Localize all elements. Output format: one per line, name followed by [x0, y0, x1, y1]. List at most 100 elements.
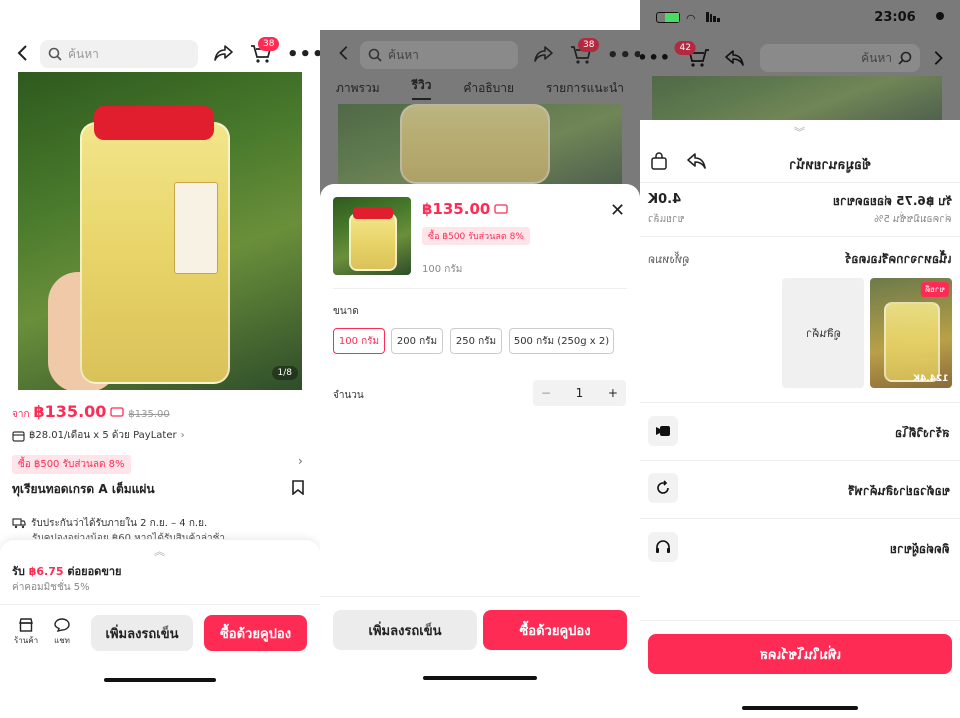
divider: [640, 402, 960, 403]
add-to-showcase-button[interactable]: เพิ่มในโชว์เคส: [648, 634, 952, 674]
search-placeholder: ค้นหา: [388, 47, 419, 62]
product-label: [174, 182, 218, 274]
add-to-showcase-label: เพิ่มในโชว์เคส: [759, 647, 841, 663]
shipping-coupon-text: รับคูปองอย่างน้อย ฿60 หากได้รับสินค้าล่า…: [32, 533, 226, 539]
sold-count: 4.0K: [648, 192, 682, 207]
video-views: 124.4K: [912, 374, 948, 384]
commission-line: รับ ฿6.75 ต่อยอดขาย: [832, 194, 952, 208]
buy-with-coupon-button[interactable]: ซื้อด้วยคูปอง: [483, 610, 627, 650]
promo-row[interactable]: ซื้อ ฿500 รับส่วนลด 8%: [12, 452, 131, 474]
tab-overview[interactable]: ภาพรวม: [336, 79, 380, 98]
original-price: ฿135.00: [128, 409, 170, 420]
jar-lid: [353, 207, 393, 219]
jar: [400, 104, 550, 184]
price-from-label: จาก: [12, 409, 30, 420]
variant-sheet: ฿135.00 ซื้อ ฿500 รับส่วนลด 8% 100 กรัม …: [320, 184, 640, 718]
back-arrow-icon[interactable]: [14, 44, 32, 62]
tab-recommended[interactable]: รายการแนะนำ: [546, 79, 624, 98]
search-input[interactable]: ค้นหา: [760, 44, 920, 72]
add-to-cart-button[interactable]: เพิ่มลงรถเข็น: [91, 615, 193, 651]
selected-variant: 100 กรัม: [422, 264, 463, 275]
size-option-500g[interactable]: 500 กรัม (250g x 2): [509, 328, 614, 354]
home-indicator: [742, 706, 858, 710]
share-icon[interactable]: [214, 44, 234, 62]
more-options-icon[interactable]: •••: [607, 45, 640, 66]
divider: [640, 460, 960, 461]
sold-label: ขายแล้ว: [648, 214, 685, 225]
truck-icon: [12, 518, 26, 529]
back-arrow-icon[interactable]: [336, 45, 352, 61]
creator-content-title: เนื้อหาจากครีเอเตอร์: [845, 252, 952, 266]
promo-chevron-icon[interactable]: ›: [298, 454, 303, 468]
variant-promo: ซื้อ ฿500 รับส่วนลด 8%: [422, 224, 530, 245]
search-placeholder: ค้นหา: [68, 46, 99, 61]
view-product-label: ดูสินค้า: [805, 327, 841, 340]
search-input[interactable]: ค้นหา: [40, 40, 198, 68]
commission-sheet: ︽ รับ ฿6.75 ต่อยอดขาย ค่าคอมมิชชั่น 5% ร…: [0, 540, 320, 718]
product-image-dimmed: [338, 104, 622, 184]
price: ฿135.00: [33, 402, 107, 421]
shop-button[interactable]: ร้านค้า: [14, 618, 38, 647]
share-icon[interactable]: [724, 49, 744, 67]
view-all-link[interactable]: ดูทั้งหมด: [648, 250, 689, 268]
add-to-cart-button[interactable]: เพิ่มลงรถเข็น: [333, 610, 477, 650]
increase-icon[interactable]: +: [608, 386, 618, 400]
product-page-panel: ค้นหา 38 ••• 1/8 จาก ฿135.00 ฿135.00 ฿28…: [0, 0, 320, 718]
commission-details-panel: 23:06 ◠ ค้นหา 42 ••• ︾ ข้อมูลนายหน้า 4.0…: [640, 0, 960, 718]
tab-description[interactable]: คำอธิบาย: [463, 79, 514, 98]
menu-create-video[interactable]: สร้างวิดีโอ: [895, 424, 950, 443]
product-image[interactable]: 1/8: [18, 72, 302, 390]
search-input[interactable]: ค้นหา: [360, 41, 518, 69]
sheet-title: ข้อมูลนายหน้า: [789, 158, 871, 173]
more-options-icon[interactable]: •••: [640, 48, 670, 67]
size-option-200g[interactable]: 200 กรัม: [391, 328, 443, 354]
view-product-card[interactable]: ดูสินค้า: [782, 278, 864, 388]
cart-count-badge: 38: [258, 37, 280, 51]
video-tag: ขายดี: [921, 282, 949, 297]
commission-prefix: รับ: [12, 565, 25, 578]
paylater-row[interactable]: ฿28.01/เดือน x 5 ด้วย PayLater ›: [12, 428, 185, 443]
size-option-100g[interactable]: 100 กรัม: [333, 328, 385, 354]
buy-with-coupon-button[interactable]: ซื้อด้วยคูปอง: [204, 615, 307, 651]
size-option-250g[interactable]: 250 กรัม: [450, 328, 502, 354]
coupon-icon: [110, 407, 125, 417]
back-arrow-icon[interactable]: [930, 50, 946, 66]
menu-contact-seller[interactable]: ติดต่อผู้ขาย: [890, 540, 950, 559]
home-indicator: [104, 678, 216, 682]
shipping-row: รับประกันว่าได้รับภายใน 2 ก.ย. – 4 ก.ย.: [12, 516, 207, 531]
size-label: ขนาด: [333, 306, 359, 317]
bookmark-icon[interactable]: [292, 480, 304, 495]
more-options-icon[interactable]: •••: [287, 44, 320, 65]
decrease-icon[interactable]: −: [541, 386, 551, 400]
chat-icon: [54, 618, 70, 632]
close-icon[interactable]: ✕: [610, 200, 625, 221]
expand-chevron-icon[interactable]: ︽: [154, 543, 165, 559]
bag-icon[interactable]: [650, 152, 668, 170]
variant-promo-tag: ซื้อ ฿500 รับส่วนลด 8%: [422, 227, 530, 245]
search-icon: [48, 47, 62, 61]
shop-label: ร้านค้า: [14, 636, 39, 645]
share-icon[interactable]: [686, 152, 706, 170]
share-icon[interactable]: [534, 45, 554, 63]
battery-icon: [656, 12, 680, 23]
cart-count-badge: 42: [674, 41, 696, 55]
product-title: ทุเรียนทอดเกรด A เต็มแผ่น: [12, 482, 155, 496]
home-indicator: [423, 676, 537, 680]
jar-lid: [94, 106, 214, 140]
paylater-text: ฿28.01/เดือน x 5 ด้วย PayLater: [29, 430, 177, 441]
commission-sheet: ︾ ข้อมูลนายหน้า 4.0K ขายแล้ว รับ ฿6.75 ต…: [640, 120, 960, 718]
quantity-label: จำนวน: [333, 390, 364, 401]
image-counter: 1/8: [271, 366, 298, 380]
quantity-stepper[interactable]: − 1 +: [533, 380, 626, 406]
divider: [640, 236, 960, 237]
tab-reviews[interactable]: รีวิว: [411, 76, 432, 100]
creator-video-thumbnail[interactable]: ขายดี 124.4K: [870, 278, 952, 388]
chat-button[interactable]: แชท: [54, 618, 70, 647]
divider: [640, 518, 960, 519]
menu-free-sample[interactable]: ขอตัวอย่างสินค้าฟรี: [848, 482, 950, 501]
quantity-value: 1: [575, 386, 584, 400]
product-image-dimmed: [652, 76, 942, 120]
divider: [640, 620, 960, 621]
moon-icon: [936, 12, 944, 20]
collapse-chevron-icon[interactable]: ︾: [794, 124, 805, 140]
